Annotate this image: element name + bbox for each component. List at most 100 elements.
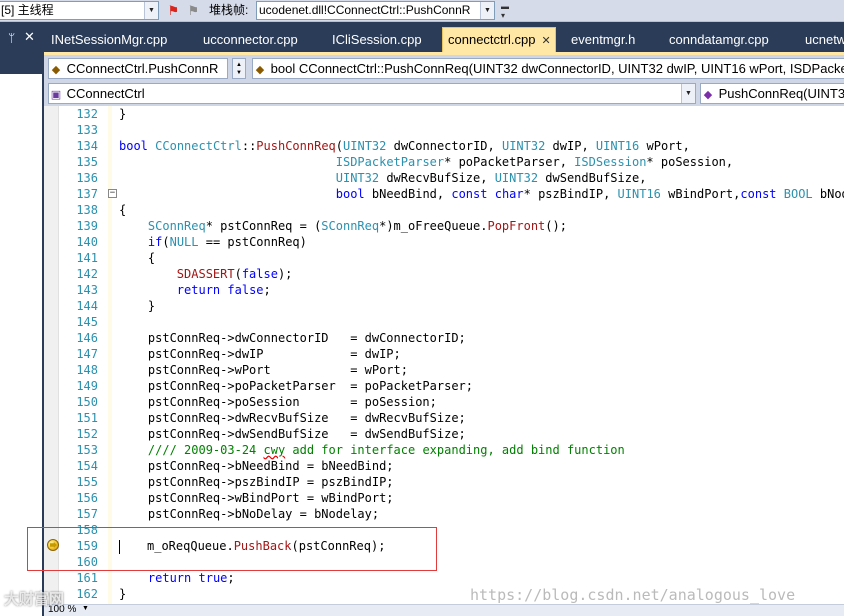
line-number: 157 [76, 507, 98, 521]
line-number: 141 [76, 251, 98, 265]
code-line[interactable]: 151 pstConnReq->dwRecvBufSize = dwRecvBu… [44, 410, 844, 426]
method-combo-value: PushConnReq(UINT32 [718, 86, 844, 101]
code-line[interactable]: 154 pstConnReq->bNeedBind = bNeedBind; [44, 458, 844, 474]
code-line[interactable]: 139 SConnReq* pstConnReq = (SConnReq*)m_… [44, 218, 844, 234]
flag-gray-icon[interactable]: ⚑ [186, 3, 201, 18]
tab-ucconnector-cpp[interactable]: ucconnector.cpp [198, 28, 298, 52]
code-text: pstConnReq->poPacketParser = poPacketPar… [119, 379, 474, 393]
tab-eventmgr-h[interactable]: eventmgr.h [566, 28, 635, 52]
code-line[interactable]: 138 { [44, 202, 844, 218]
code-text: } [119, 587, 127, 601]
overflow-chevron-icon[interactable]: ▬ ▾ [499, 2, 511, 20]
line-number: 138 [76, 203, 98, 217]
code-line[interactable]: 152 pstConnReq->dwSendBufSize = dwSendBu… [44, 426, 844, 442]
chevron-down-icon[interactable]: ▼ [144, 2, 158, 19]
code-text: UINT32 dwRecvBufSize, UINT32 dwSendBufSi… [335, 171, 647, 185]
collapse-icon[interactable]: − [108, 189, 117, 198]
code-text: { [119, 251, 156, 265]
code-line[interactable]: 149 pstConnReq->poPacketParser = poPacke… [44, 378, 844, 394]
method-combo[interactable]: ◆ PushConnReq(UINT32 [700, 83, 844, 104]
code-text: pstConnReq->bNeedBind = bNeedBind; [119, 459, 394, 473]
line-number: 149 [76, 379, 98, 393]
line-number: 133 [76, 123, 98, 137]
stack-frame-combo[interactable]: ucodenet.dll!CConnectCtrl::PushConnR ▼ [256, 1, 495, 20]
tab-ucnetw[interactable]: ucnetw [800, 28, 844, 52]
line-number: 154 [76, 459, 98, 473]
code-text: pstConnReq->poSession = poSession; [119, 395, 437, 409]
code-text: SDASSERT(false); [176, 267, 293, 281]
chevron-down-icon[interactable]: ▼ [82, 605, 89, 612]
tab-iclisession-cpp[interactable]: ICliSession.cpp [327, 28, 422, 52]
line-number: 152 [76, 427, 98, 441]
code-line[interactable]: 134 bool CConnectCtrl::PushConnReq(UINT32… [44, 138, 844, 154]
scope-combo[interactable]: ◆ CConnectCtrl.PushConnR [48, 58, 228, 79]
code-line[interactable]: 135 ISDPacketParser* poPacketParser, ISD… [44, 154, 844, 170]
line-number: 151 [76, 411, 98, 425]
code-line[interactable]: 144 } [44, 298, 844, 314]
method-icon: ◆ [703, 89, 713, 101]
line-number: 139 [76, 219, 98, 233]
tab-conndatamgr-cpp[interactable]: conndatamgr.cpp [664, 28, 769, 52]
code-text: bool CConnectCtrl::PushConnReq(UINT32 dw… [119, 139, 690, 153]
code-line[interactable]: 147 pstConnReq->dwIP = dwIP; [44, 346, 844, 362]
code-text: pstConnReq->bNoDelay = bNodelay; [119, 507, 380, 521]
line-number: 147 [76, 347, 98, 361]
code-line[interactable]: 153 //// 2009-03-24 cwy add for interfac… [44, 442, 844, 458]
scope-combo-value: CConnectCtrl.PushConnR [66, 61, 219, 76]
code-line[interactable]: 137 − bool bNeedBind, const char* pszBind… [44, 186, 844, 202]
member-combo[interactable]: ◆ bool CConnectCtrl::PushConnReq(UINT32 … [252, 58, 844, 79]
close-icon[interactable]: ✕ [24, 29, 35, 45]
scope-spinner[interactable]: ▲ ▼ [232, 58, 246, 79]
line-number: 148 [76, 363, 98, 377]
code-text: pstConnReq->wPort = wPort; [119, 363, 408, 377]
code-text: { [119, 203, 127, 217]
line-number: 135 [76, 155, 98, 169]
flag-red-icon[interactable]: ⚑ [166, 3, 181, 18]
document-tab-strip: INetSessionMgr.cpp ucconnector.cpp ICliS… [44, 22, 844, 52]
code-text: pstConnReq->dwConnectorID = dwConnectorI… [119, 331, 466, 345]
code-text: ISDPacketParser* poPacketParser, ISDSess… [335, 155, 734, 169]
tab-label: conndatamgr.cpp [669, 32, 769, 47]
code-text: if(NULL == pstConnReq) [147, 235, 307, 249]
code-text: pstConnReq->dwIP = dwIP; [119, 347, 401, 361]
line-number: 143 [76, 283, 98, 297]
code-text: pstConnReq->dwRecvBufSize = dwRecvBufSiz… [119, 411, 466, 425]
code-line[interactable]: 161 return true; [44, 570, 844, 586]
code-line[interactable]: 142 SDASSERT(false); [44, 266, 844, 282]
code-line[interactable]: 148 pstConnReq->wPort = wPort; [44, 362, 844, 378]
line-number: 155 [76, 475, 98, 489]
tab-label: connectctrl.cpp [448, 32, 536, 47]
line-number: 144 [76, 299, 98, 313]
code-line[interactable]: 132} [44, 106, 844, 122]
class-combo-value: CConnectCtrl [66, 86, 145, 101]
close-icon[interactable]: ✕ [541, 35, 550, 47]
code-text: return false; [176, 283, 271, 297]
chevron-down-icon[interactable]: ▼ [681, 84, 695, 103]
thread-combo[interactable]: [5] 主线程 ▼ [0, 1, 159, 20]
code-line[interactable]: 141 { [44, 250, 844, 266]
pin-icon[interactable]: ᛘ [8, 31, 15, 45]
code-line[interactable]: 145 [44, 314, 844, 330]
line-number: 153 [76, 443, 98, 457]
code-line[interactable]: 133 [44, 122, 844, 138]
code-line[interactable]: 140 if(NULL == pstConnReq) [44, 234, 844, 250]
line-number: 134 [76, 139, 98, 153]
code-text: bool bNeedBind, const char* pszBindIP, U… [335, 187, 844, 201]
tab-inetsessionmgr-cpp[interactable]: INetSessionMgr.cpp [46, 28, 167, 52]
chevron-down-icon[interactable]: ▼ [480, 2, 494, 19]
class-icon: ▣ [50, 89, 62, 101]
debug-location-toolbar: [5] 主线程 ▼ ⚑ ⚑ 堆栈帧: ucodenet.dll!CConnect… [0, 0, 844, 22]
code-line[interactable]: 150 pstConnReq->poSession = poSession; [44, 394, 844, 410]
line-number: 150 [76, 395, 98, 409]
tab-connectctrl-cpp[interactable]: connectctrl.cpp ✕ [442, 27, 556, 52]
code-line[interactable]: 143 return false; [44, 282, 844, 298]
tab-label: INetSessionMgr.cpp [51, 32, 168, 47]
code-line[interactable]: 146 pstConnReq->dwConnectorID = dwConnec… [44, 330, 844, 346]
code-line[interactable]: 157 pstConnReq->bNoDelay = bNodelay; [44, 506, 844, 522]
code-line[interactable]: 136 UINT32 dwRecvBufSize, UINT32 dwSendB… [44, 170, 844, 186]
method-icon: ◆ [255, 64, 265, 76]
class-combo[interactable]: ▣ CConnectCtrl ▼ [48, 83, 696, 104]
code-line[interactable]: 155 pstConnReq->pszBindIP = pszBindIP; [44, 474, 844, 490]
line-number: 136 [76, 171, 98, 185]
code-line[interactable]: 156 pstConnReq->wBindPort = wBindPort; [44, 490, 844, 506]
